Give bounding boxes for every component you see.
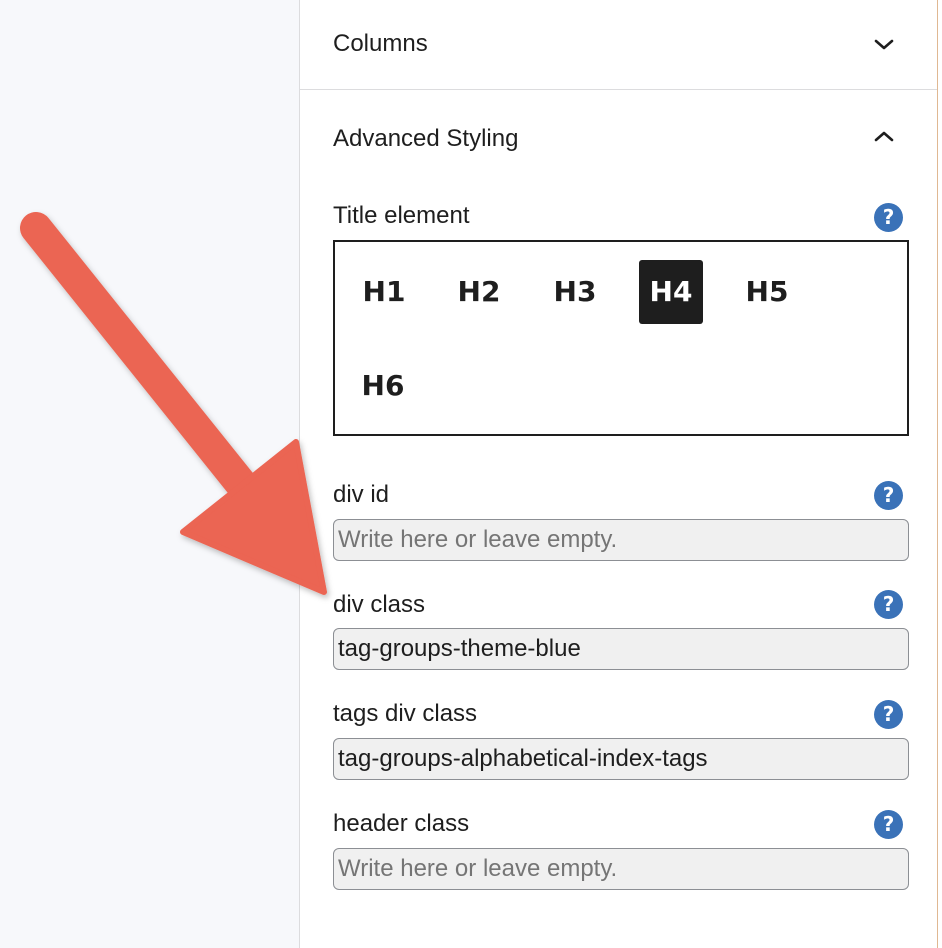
title-element-picker: H1 H2 H3 H4 H5 H6 <box>333 240 909 436</box>
chevron-up-icon <box>874 131 894 142</box>
heading-option-h1[interactable]: H1 <box>352 260 416 324</box>
settings-sidebar: Columns Advanced Styling Title element ?… <box>299 0 938 948</box>
panel-advanced-styling-toggle[interactable]: Advanced Styling <box>300 91 938 181</box>
help-circle-icon[interactable]: ? <box>874 590 903 619</box>
panel-columns-toggle[interactable]: Columns <box>300 0 938 90</box>
help-circle-icon[interactable]: ? <box>874 810 903 839</box>
heading-option-h6[interactable]: H6 <box>351 354 415 418</box>
chevron-down-icon <box>874 39 894 50</box>
title-element-label: Title element <box>333 202 470 229</box>
heading-option-h5[interactable]: H5 <box>735 260 799 324</box>
heading-option-h3[interactable]: H3 <box>543 260 607 324</box>
header-class-label: header class <box>333 810 470 837</box>
div-id-label: div id <box>333 481 390 508</box>
panel-columns-title: Columns <box>333 30 428 57</box>
div-class-label: div class <box>333 591 426 618</box>
tags-div-class-input[interactable] <box>333 738 909 780</box>
div-id-input[interactable] <box>333 519 909 561</box>
panel-advanced-styling-title: Advanced Styling <box>333 125 519 152</box>
sidebar-resize-edge <box>937 0 942 948</box>
help-circle-icon[interactable]: ? <box>874 203 903 232</box>
div-class-input[interactable] <box>333 628 909 670</box>
heading-option-h4[interactable]: H4 <box>639 260 703 324</box>
help-circle-icon[interactable]: ? <box>874 481 903 510</box>
heading-option-h2[interactable]: H2 <box>447 260 511 324</box>
tags-div-class-label: tags div class <box>333 700 478 727</box>
editor-canvas-area <box>0 0 299 948</box>
help-circle-icon[interactable]: ? <box>874 700 903 729</box>
header-class-input[interactable] <box>333 848 909 890</box>
